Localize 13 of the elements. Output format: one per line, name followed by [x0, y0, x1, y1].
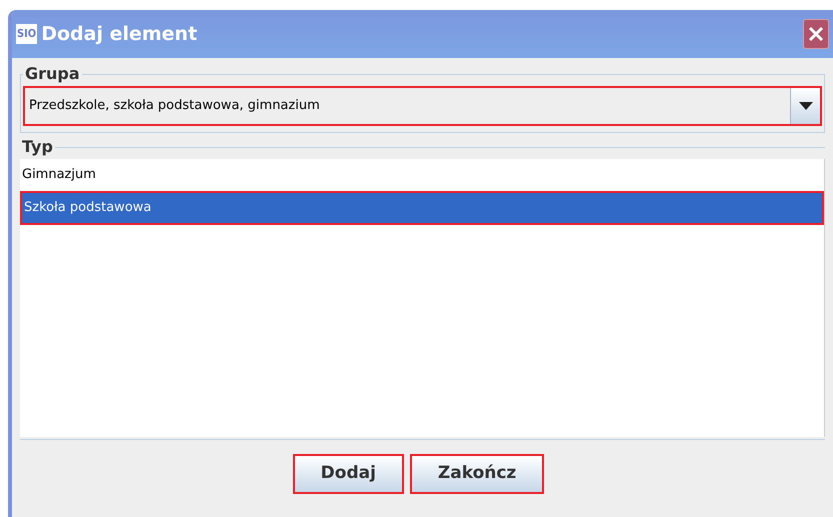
close-icon	[807, 25, 825, 43]
caret-icon	[798, 102, 812, 110]
window-title: Dodaj element	[41, 22, 198, 47]
app-logo: SIO	[16, 24, 38, 44]
dropdown-arrow-button[interactable]	[790, 88, 820, 124]
group-dropdown[interactable]: Przedszkole, szkoła podstawowa, gimnazium	[23, 86, 822, 126]
group-legend: Grupa	[23, 62, 82, 86]
dialog-button[interactable]: Zakończ	[410, 454, 544, 494]
dropdown-value: Przedszkole, szkoła podstawowa, gimnazium	[28, 97, 321, 116]
dialog-button[interactable]: Dodaj	[292, 454, 404, 494]
close-button[interactable]	[803, 19, 829, 49]
type-legend: Typ	[20, 135, 55, 159]
list-item[interactable]: Szkoła podstawowa	[20, 191, 824, 225]
